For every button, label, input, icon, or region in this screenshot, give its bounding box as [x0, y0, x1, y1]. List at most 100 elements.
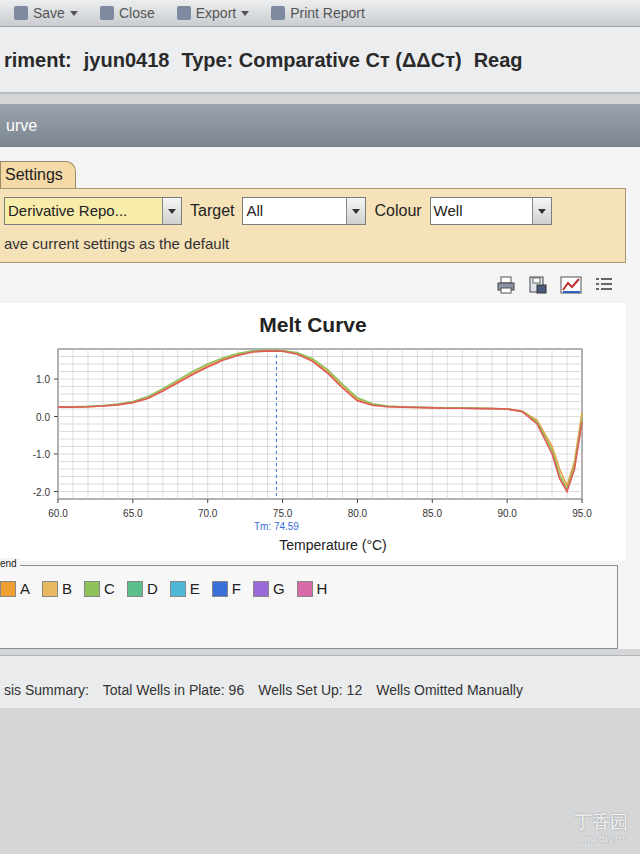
- grid-line: [58, 416, 582, 417]
- legend-item: C: [84, 580, 115, 597]
- toolbar: Save Close Export Print Report: [0, 0, 640, 27]
- toolbar-button[interactable]: Save: [14, 5, 78, 21]
- target-select[interactable]: All: [242, 197, 366, 225]
- save-image-icon[interactable]: [528, 275, 548, 295]
- chart-tools: [0, 263, 640, 299]
- y-tick: -2.0: [33, 487, 51, 498]
- colour-label: Colour: [372, 202, 423, 220]
- experiment-type: Type: Comparative Cт (ΔΔCт): [181, 49, 461, 72]
- legend-item: F: [212, 580, 241, 597]
- y-tick-mark: [54, 416, 58, 417]
- x-tick-mark: [507, 499, 508, 503]
- summary-item: Wells Set Up: 12: [258, 682, 362, 698]
- caret-icon: [241, 11, 249, 16]
- tab-strip: Settings: [0, 147, 640, 188]
- settings-tab[interactable]: Settings: [0, 161, 76, 188]
- legend-swatch: [0, 581, 16, 597]
- x-tick-mark: [132, 499, 133, 503]
- legend-swatch: [127, 581, 143, 597]
- grid-line: [58, 431, 582, 432]
- grid-line: [58, 424, 582, 425]
- x-tick-mark: [357, 499, 358, 503]
- plot: 1.00.0-1.0-2.060.065.070.075.080.085.090…: [0, 343, 600, 543]
- panel-title: urve: [0, 105, 640, 147]
- toolbar-button[interactable]: Close: [100, 5, 155, 21]
- series-line: [58, 351, 582, 486]
- grid-line: [58, 379, 582, 380]
- target-label: Target: [188, 202, 236, 220]
- experiment-header: riment: jyun0418 Type: Comparative Cт (Δ…: [0, 27, 640, 94]
- chart-title: Melt Curve: [259, 303, 366, 343]
- plot-area: [58, 349, 582, 499]
- series-line: [58, 351, 582, 492]
- summary-item: Wells Omitted Manually: [376, 682, 523, 698]
- y-tick-mark: [54, 491, 58, 492]
- tool-icon: [100, 6, 114, 20]
- save-default-option[interactable]: ave current settings as the default: [4, 235, 619, 252]
- y-tick: -1.0: [33, 449, 51, 460]
- melt-curve-panel: urve Settings Derivative Repo... Target …: [0, 104, 640, 649]
- grid-line: [58, 499, 582, 500]
- tool-icon: [14, 6, 28, 20]
- grid-line: [58, 446, 582, 447]
- x-tick-mark: [282, 499, 283, 503]
- y-tick: 1.0: [36, 374, 50, 385]
- legend-item: B: [42, 580, 72, 597]
- x-tick: 95.0: [572, 508, 592, 519]
- grid-line: [58, 454, 582, 455]
- analysis-summary: sis Summary: Total Wells in Plate: 96 Wel…: [0, 655, 640, 708]
- x-axis-label: Temperature (°C): [0, 537, 626, 553]
- caret-icon: [70, 11, 78, 16]
- x-tick: 60.0: [48, 508, 68, 519]
- grid-line: [58, 349, 582, 350]
- legend-item: H: [297, 580, 328, 597]
- legend-item: A: [0, 580, 30, 597]
- legend-swatch: [212, 581, 228, 597]
- watermark: 丁香园 www.dxy.cn: [574, 810, 628, 844]
- experiment-label: riment:: [4, 49, 72, 72]
- legend-swatch: [42, 581, 58, 597]
- list-icon[interactable]: [594, 275, 614, 295]
- summary-item: Total Wells in Plate: 96: [103, 682, 244, 698]
- toolbar-button[interactable]: Print Report: [271, 5, 365, 21]
- grid-line: [58, 491, 582, 492]
- legend-swatch: [84, 581, 100, 597]
- dropdown-icon: [532, 198, 551, 224]
- dropdown-icon: [346, 198, 365, 224]
- app-window: Save Close Export Print Report riment: j…: [0, 0, 640, 854]
- series-line: [58, 350, 582, 490]
- chart-icon[interactable]: [560, 275, 582, 295]
- tm-label: Tm: 74.59: [254, 521, 299, 532]
- x-tick-mark: [582, 499, 583, 503]
- grid-line: [58, 461, 582, 462]
- y-tick-mark: [54, 379, 58, 380]
- grid-line: [58, 476, 582, 477]
- x-tick-mark: [207, 499, 208, 503]
- x-tick: 65.0: [123, 508, 143, 519]
- legend-swatch: [253, 581, 269, 597]
- grid-line: [58, 469, 582, 470]
- grid-line: [58, 356, 582, 357]
- melt-curve-chart: Melt Curve 1.00.0-1.0-2.060.065.070.075.…: [0, 303, 626, 561]
- legend-item: D: [127, 580, 158, 597]
- tm-marker: [276, 349, 277, 499]
- summary-label: sis Summary:: [4, 682, 89, 698]
- legend-item: G: [253, 580, 285, 597]
- experiment-name: jyun0418: [84, 49, 170, 72]
- x-tick: 80.0: [348, 508, 368, 519]
- y-tick-mark: [54, 454, 58, 455]
- plot-type-select[interactable]: Derivative Repo...: [4, 197, 182, 225]
- x-tick-mark: [432, 499, 433, 503]
- reagent-label: Reag: [474, 49, 523, 72]
- print-icon[interactable]: [496, 275, 516, 295]
- tool-icon: [177, 6, 191, 20]
- grid-line: [58, 394, 582, 395]
- dropdown-icon: [162, 198, 181, 224]
- toolbar-button[interactable]: Export: [177, 5, 249, 21]
- y-tick: 0.0: [36, 412, 50, 423]
- colour-select[interactable]: Well: [430, 197, 552, 225]
- x-tick-mark: [58, 499, 59, 503]
- x-tick: 90.0: [497, 508, 517, 519]
- grid-line: [58, 371, 582, 372]
- legend-swatch: [297, 581, 313, 597]
